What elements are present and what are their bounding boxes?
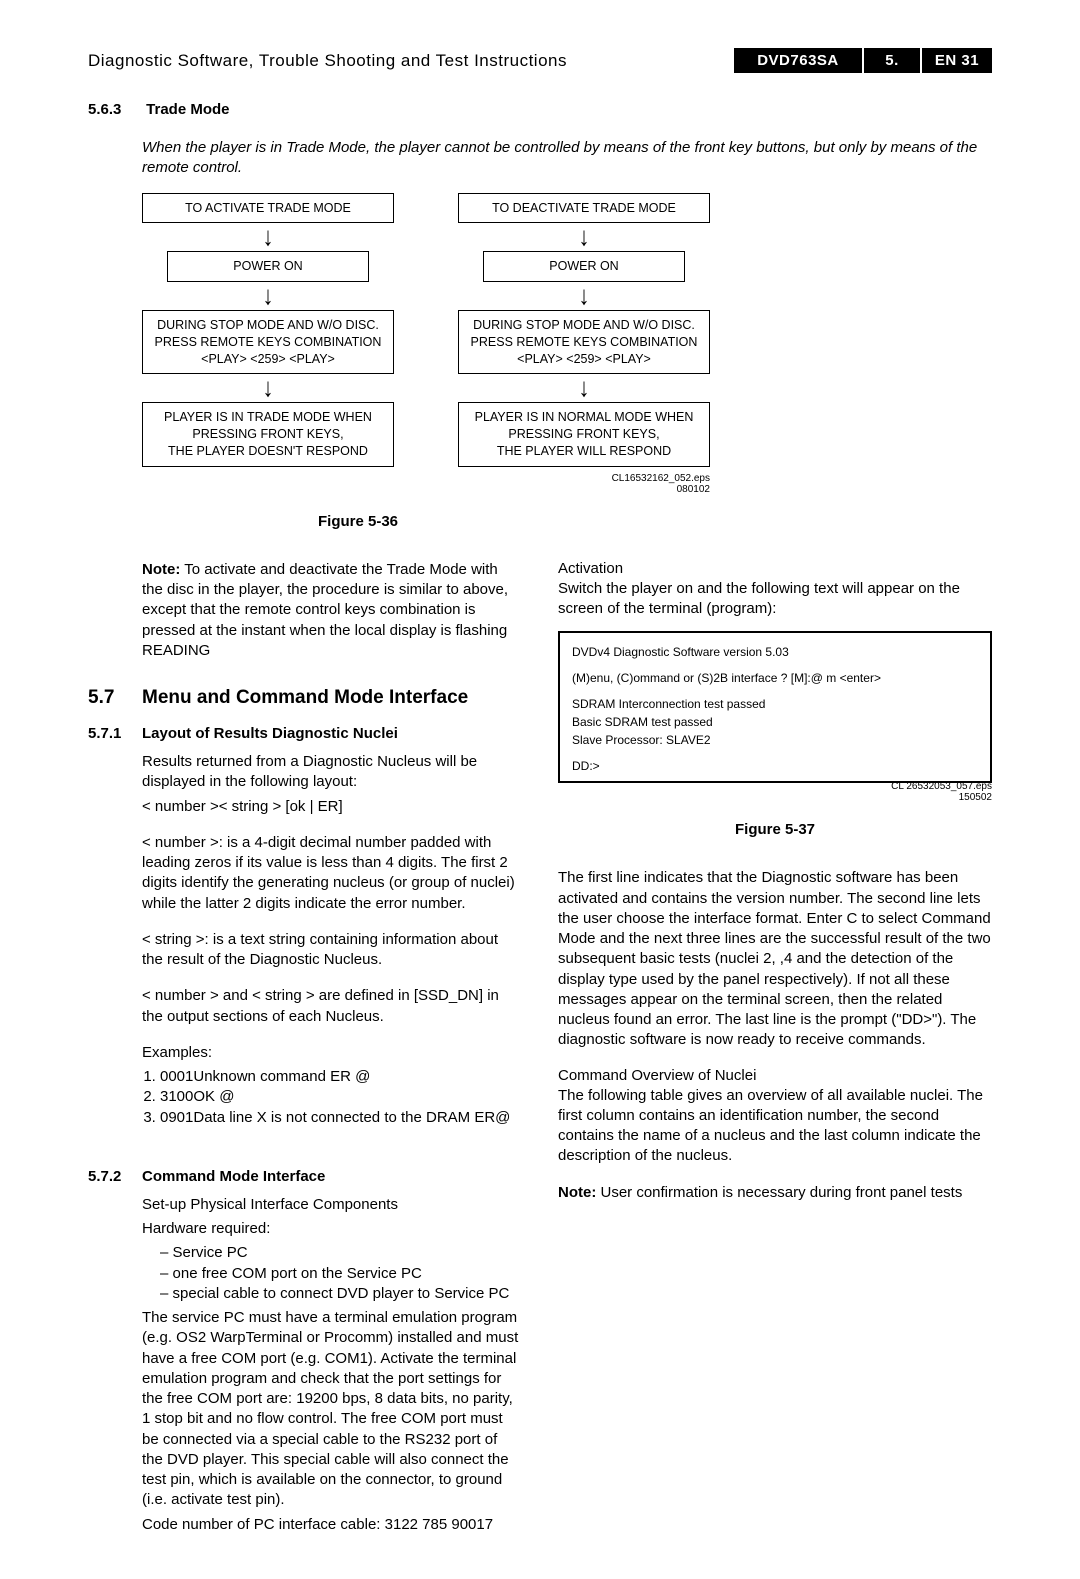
header-model: DVD763SA xyxy=(734,48,862,73)
section-5-7: 5.7Menu and Command Mode Interface xyxy=(88,687,522,709)
section-5-7-2: 5.7.2Command Mode Interface xyxy=(88,1168,522,1185)
eps-line: 080102 xyxy=(677,484,710,495)
flow-box: PLAYER IS IN TRADE MODE WHEN PRESSING FR… xyxy=(142,402,394,467)
note-text: To activate and deactivate the Trade Mod… xyxy=(142,561,508,659)
section-5-7-1: 5.7.1Layout of Results Diagnostic Nuclei xyxy=(88,725,522,742)
sec-num: 5.7.2 xyxy=(88,1168,142,1185)
terminal-text: DVDv4 Diagnostic Software version 5.03 (… xyxy=(572,643,978,775)
flow-box: DURING STOP MODE AND W/O DISC. PRESS REM… xyxy=(142,310,394,375)
flow-box: DURING STOP MODE AND W/O DISC. PRESS REM… xyxy=(458,310,710,375)
sec-title: Trade Mode xyxy=(146,101,229,118)
flow-box: POWER ON xyxy=(483,251,685,282)
activation-note: Note: User confirmation is necessary dur… xyxy=(558,1183,992,1203)
terminal-output-box: DVDv4 Diagnostic Software version 5.03 (… xyxy=(558,631,992,783)
flow-text: PRESS REMOTE KEYS COMBINATION xyxy=(155,335,382,349)
term-line: DVDv4 Diagnostic Software version 5.03 xyxy=(572,643,978,661)
s572-body: Set-up Physical Interface Components Har… xyxy=(142,1195,522,1535)
examples-list: 0001Unknown command ER @ 3100OK @ 0901Da… xyxy=(160,1067,522,1128)
page-header: Diagnostic Software, Trouble Shooting an… xyxy=(88,48,992,73)
s571-body: Results returned from a Diagnostic Nucle… xyxy=(142,752,522,1128)
flow-box: TO DEACTIVATE TRADE MODE xyxy=(458,193,710,224)
body-text: < number >: is a 4-digit decimal number … xyxy=(142,833,522,914)
flow-text: PRESSING FRONT KEYS, xyxy=(192,427,343,441)
body-text: < number >< string > [ok | ER] xyxy=(142,797,522,817)
body-text: < string >: is a text string containing … xyxy=(142,930,522,971)
activation-section: Activation Switch the player on and the … xyxy=(558,560,992,620)
body-text: The service PC must have a terminal emul… xyxy=(142,1308,522,1511)
sec-title: Layout of Results Diagnostic Nuclei xyxy=(142,725,398,742)
body-text: The following table gives an overview of… xyxy=(558,1086,992,1167)
term-line: Basic SDRAM test passed xyxy=(572,713,978,731)
arrow-down-icon: ↓ xyxy=(579,284,590,308)
body-text: Switch the player on and the following t… xyxy=(558,579,992,620)
sec-title: Command Mode Interface xyxy=(142,1168,325,1185)
flow-text: <PLAY> <259> <PLAY> xyxy=(201,352,335,366)
flow-deactivate: TO DEACTIVATE TRADE MODE ↓ POWER ON ↓ DU… xyxy=(458,193,710,495)
flow-text: <PLAY> <259> <PLAY> xyxy=(517,352,651,366)
term-line: Slave Processor: SLAVE2 xyxy=(572,731,978,749)
activation-title: Activation xyxy=(558,560,992,577)
eps-line: 150502 xyxy=(959,792,992,803)
list-item: special cable to connect DVD player to S… xyxy=(160,1284,522,1304)
eps-caption: CL16532162_052.eps 080102 xyxy=(612,473,710,495)
header-section: 5. xyxy=(864,48,920,73)
note-text: User confirmation is necessary during fr… xyxy=(596,1184,962,1201)
hardware-list: Service PC one free COM port on the Serv… xyxy=(160,1243,522,1304)
trade-mode-flowchart: TO ACTIVATE TRADE MODE ↓ POWER ON ↓ DURI… xyxy=(142,193,992,495)
flow-box: PLAYER IS IN NORMAL MODE WHEN PRESSING F… xyxy=(458,402,710,467)
eps-line: CL16532162_052.eps xyxy=(612,473,710,484)
flow-text: PLAYER IS IN TRADE MODE WHEN xyxy=(164,410,372,424)
body-text: Set-up Physical Interface Components xyxy=(142,1195,522,1215)
flow-text: DURING STOP MODE AND W/O DISC. xyxy=(473,318,695,332)
term-line: SDRAM Interconnection test passed xyxy=(572,695,978,713)
list-item: 3100OK @ xyxy=(160,1087,522,1107)
subsection-title: Command Overview of Nuclei xyxy=(558,1067,992,1084)
flow-text: DURING STOP MODE AND W/O DISC. xyxy=(157,318,379,332)
list-item: Service PC xyxy=(160,1243,522,1263)
sec-num: 5.7.1 xyxy=(88,725,142,742)
list-item: 0901Data line X is not connected to the … xyxy=(160,1108,522,1128)
flow-box: POWER ON xyxy=(167,251,369,282)
sec-num: 5.7 xyxy=(88,687,142,709)
trade-mode-intro-text: When the player is in Trade Mode, the pl… xyxy=(142,138,992,179)
flow-activate: TO ACTIVATE TRADE MODE ↓ POWER ON ↓ DURI… xyxy=(142,193,394,495)
arrow-down-icon: ↓ xyxy=(263,284,274,308)
left-column: Note: To activate and deactivate the Tra… xyxy=(88,560,522,1539)
section-5-6-3: 5.6.3 Trade Mode xyxy=(88,101,992,118)
term-line: DD:> xyxy=(572,757,978,775)
flow-text: THE PLAYER DOESN'T RESPOND xyxy=(168,444,368,458)
list-item: 0001Unknown command ER @ xyxy=(160,1067,522,1087)
term-line: (M)enu, (C)ommand or (S)2B interface ? [… xyxy=(572,669,978,687)
flow-text: THE PLAYER WILL RESPOND xyxy=(497,444,671,458)
sec-num: 5.6.3 xyxy=(88,101,142,118)
trade-mode-intro: When the player is in Trade Mode, the pl… xyxy=(142,138,992,179)
header-boxes: DVD763SA 5. EN 31 xyxy=(734,48,992,73)
two-column-area: Note: To activate and deactivate the Tra… xyxy=(88,560,992,1539)
figure-caption: Figure 5-37 xyxy=(558,821,992,838)
arrow-down-icon: ↓ xyxy=(263,376,274,400)
flow-text: PLAYER IS IN NORMAL MODE WHEN xyxy=(475,410,694,424)
list-item: one free COM port on the Service PC xyxy=(160,1264,522,1284)
examples-label: Examples: xyxy=(142,1043,522,1063)
body-text: Hardware required: xyxy=(142,1219,522,1239)
note-label: Note: xyxy=(142,561,180,578)
right-column: Activation Switch the player on and the … xyxy=(558,560,992,1203)
body-text: Code number of PC interface cable: 3122 … xyxy=(142,1515,522,1535)
note-label: Note: xyxy=(558,1184,596,1201)
figure-caption: Figure 5-36 xyxy=(318,513,992,530)
flow-box: TO ACTIVATE TRADE MODE xyxy=(142,193,394,224)
sec-title: Menu and Command Mode Interface xyxy=(142,687,468,708)
arrow-down-icon: ↓ xyxy=(579,225,590,249)
flow-text: PRESS REMOTE KEYS COMBINATION xyxy=(471,335,698,349)
body-text: Results returned from a Diagnostic Nucle… xyxy=(142,752,522,793)
body-text: The first line indicates that the Diagno… xyxy=(558,868,992,1050)
arrow-down-icon: ↓ xyxy=(263,225,274,249)
body-text: < number > and < string > are defined in… xyxy=(142,986,522,1027)
arrow-down-icon: ↓ xyxy=(579,376,590,400)
flow-text: PRESSING FRONT KEYS, xyxy=(508,427,659,441)
eps-caption: CL 26532053_057.eps 150502 xyxy=(558,781,992,803)
header-title: Diagnostic Software, Trouble Shooting an… xyxy=(88,51,734,71)
trade-mode-note: Note: To activate and deactivate the Tra… xyxy=(142,560,522,661)
header-page: EN 31 xyxy=(922,48,992,73)
